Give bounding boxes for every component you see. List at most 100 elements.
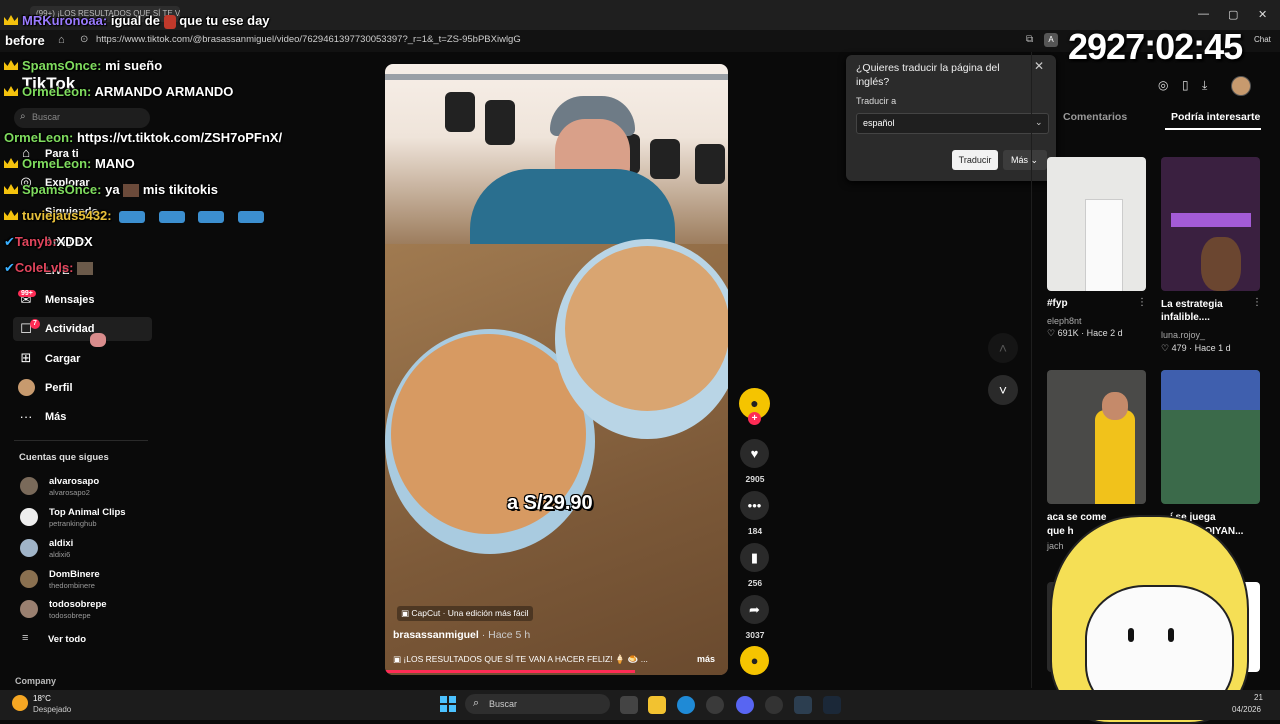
phone-icon[interactable]: ▯: [1182, 78, 1189, 92]
progress-bar[interactable]: [385, 670, 635, 673]
lock-icon: ⊙: [80, 34, 89, 45]
video-description: ▣ ¡LOS RESULTADOS QUE SÍ TE VAN A HACER …: [393, 654, 648, 664]
nav-perfil[interactable]: Perfil: [45, 382, 73, 394]
minimize-icon[interactable]: —: [1198, 8, 1209, 20]
weather-icon[interactable]: [12, 695, 28, 711]
url-text[interactable]: https://www.tiktok.com/@brasassanmiguel/…: [96, 34, 521, 45]
more-vertical-icon[interactable]: ⋮: [1252, 297, 1262, 308]
edge-icon[interactable]: [677, 696, 695, 714]
maximize-icon[interactable]: ▢: [1228, 8, 1238, 21]
download-icon[interactable]: ⤓: [1202, 78, 1207, 93]
account-name[interactable]: DomBinere: [49, 569, 100, 580]
nav-mas[interactable]: Más: [45, 411, 66, 423]
tab-podria-interesarte[interactable]: Podría interesarte: [1171, 111, 1260, 123]
discord-icon[interactable]: [736, 696, 754, 714]
ice-cream: [565, 246, 728, 411]
weather-temp[interactable]: 18°C: [33, 694, 51, 703]
video-player[interactable]: a S/29.90 ▣ CapCut · Una edición más fác…: [385, 64, 728, 675]
account-handle: aldixi6: [49, 550, 71, 559]
nav-mensajes[interactable]: Mensajes: [45, 294, 95, 306]
more-button[interactable]: Más ⌄: [1003, 150, 1047, 170]
share-icon[interactable]: ➦: [740, 595, 769, 624]
close-icon[interactable]: ✕: [1258, 8, 1267, 21]
compass-icon[interactable]: ◎: [1158, 78, 1168, 92]
video-stats: ♡ 691K · Hace 2 d: [1047, 328, 1123, 338]
more-vertical-icon[interactable]: ⋮: [1137, 297, 1147, 308]
popup-title: ¿Quieres traducir la página del inglés?: [856, 62, 1000, 88]
search-icon: ⌕: [473, 697, 480, 709]
stage-light: [650, 139, 680, 179]
video-thumbnail[interactable]: [1161, 157, 1260, 291]
chevron-down-icon: ⌄: [1035, 117, 1043, 127]
file-explorer-icon[interactable]: [648, 696, 666, 714]
translate-button[interactable]: Traducir: [952, 150, 998, 170]
avatar[interactable]: [20, 539, 38, 557]
emote-icon: [123, 184, 140, 198]
video-title[interactable]: #fyp: [1047, 298, 1068, 309]
see-all-link[interactable]: Ver todo: [48, 634, 86, 645]
avatar[interactable]: [1231, 76, 1251, 96]
bookmark-icon[interactable]: ▮: [740, 543, 769, 572]
chat-message: OrmeLeon: MANO: [4, 156, 135, 171]
home-icon[interactable]: ⌂: [58, 34, 65, 46]
account-name[interactable]: todosobrepe: [49, 599, 107, 610]
video-thumbnail[interactable]: [1047, 370, 1146, 504]
price-caption: a S/29.90: [507, 492, 593, 514]
video-author[interactable]: brasassanmiguel · Hace 5 h: [393, 629, 530, 641]
company-link[interactable]: Company: [15, 676, 56, 686]
stage-light: [485, 100, 515, 145]
sound-disc-icon[interactable]: ●: [740, 646, 769, 675]
chevron-up-icon[interactable]: ˄: [988, 333, 1018, 363]
avatar[interactable]: [20, 477, 38, 495]
taskbar-search[interactable]: ⌕ Buscar: [465, 694, 610, 714]
tab-comentarios[interactable]: Comentarios: [1063, 111, 1127, 123]
video-thumbnail[interactable]: [1047, 157, 1146, 291]
account-name[interactable]: aldixi: [49, 538, 73, 549]
steam-icon[interactable]: [823, 696, 841, 714]
nav-actividad[interactable]: Actividad: [45, 323, 95, 335]
comment-count: 184: [747, 526, 763, 536]
account-name[interactable]: alvarosapo: [49, 476, 99, 487]
settings-icon[interactable]: [794, 696, 812, 714]
browser-icon[interactable]: [706, 696, 724, 714]
video-title[interactable]: aca se come: [1047, 512, 1107, 523]
account-handle: petrankinghub: [49, 519, 97, 528]
windows-start-icon[interactable]: [440, 696, 456, 712]
clock-partial[interactable]: 21: [1254, 693, 1263, 702]
video-author[interactable]: luna.rojoy_: [1161, 330, 1205, 340]
extensions-icon[interactable]: ⧉: [1026, 34, 1033, 45]
chat-message-top: MRKuronoaa: igual de que tu ese day: [4, 13, 270, 29]
video-thumbnail[interactable]: [1161, 370, 1260, 504]
account-handle: thedombinere: [49, 581, 95, 590]
video-author[interactable]: jach: [1047, 541, 1064, 551]
comment-icon[interactable]: •••: [740, 491, 769, 520]
more-link[interactable]: más: [697, 654, 715, 664]
messages-badge: 99+: [18, 290, 36, 297]
emote-icon: [163, 14, 176, 29]
search-input[interactable]: ⌕ Buscar: [14, 108, 150, 128]
language-select[interactable]: español ⌄: [856, 113, 1049, 134]
nav-cargar[interactable]: Cargar: [45, 353, 80, 365]
weather-desc: Despejado: [33, 705, 72, 714]
task-view-icon[interactable]: [620, 696, 638, 714]
chevron-down-icon[interactable]: ˅: [988, 375, 1018, 405]
emote-icon: [77, 262, 94, 276]
video-title[interactable]: La estrategia infalible....: [1161, 298, 1246, 324]
capcut-label[interactable]: ▣ CapCut · Una edición más fácil: [397, 606, 533, 621]
more-icon: ···: [19, 409, 33, 424]
account-name[interactable]: Top Animal Clips: [49, 507, 126, 518]
chat-message: OrmeLeon: ARMANDO ARMANDO: [4, 84, 233, 99]
avatar[interactable]: [20, 600, 38, 618]
search-icon: ⌕: [20, 111, 26, 122]
translate-icon[interactable]: A: [1044, 33, 1058, 47]
avatar[interactable]: [20, 508, 38, 526]
heart-icon[interactable]: ♥: [740, 439, 769, 468]
obs-icon[interactable]: [765, 696, 783, 714]
follow-plus-icon[interactable]: +: [748, 412, 761, 425]
close-icon[interactable]: ✕: [1034, 59, 1044, 73]
stream-timer: 2927:02:45: [1068, 26, 1243, 67]
date[interactable]: 04/2026: [1232, 705, 1261, 714]
before-label: before: [5, 33, 45, 48]
avatar[interactable]: [20, 570, 38, 588]
video-author[interactable]: eleph8nt: [1047, 316, 1082, 326]
